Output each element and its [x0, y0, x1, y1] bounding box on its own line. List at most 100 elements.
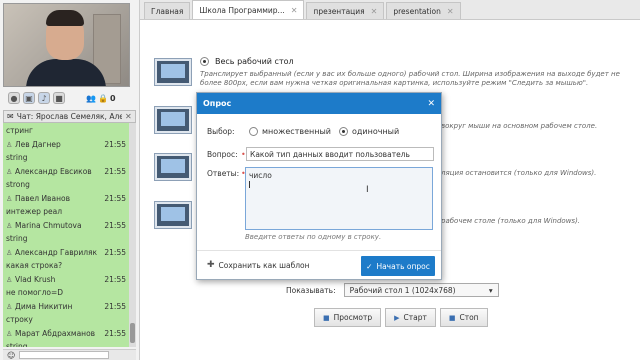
chat-message-header: ♙ Александр Гавриляк 21:55 — [6, 248, 126, 258]
chat-messages: стринг ♙ Лев Дагнер 21:55 string ♙ Александр … — [3, 123, 129, 347]
display-label: Показывать: — [286, 285, 336, 295]
option-description: Транслирует выбранный (если у вас их бол… — [200, 70, 620, 87]
text-caret — [249, 181, 250, 188]
single-choice-radio[interactable] — [338, 127, 348, 136]
start-button[interactable]: ▶ Старт — [385, 308, 436, 327]
chat-message-text: стринг — [6, 126, 33, 135]
user-icon: ♙ — [6, 330, 13, 338]
chat-message-header: ♙ Vlad Krush 21:55 — [6, 275, 126, 285]
tab-close-icon[interactable]: ✕ — [447, 7, 454, 16]
answers-text: число — [249, 171, 272, 180]
start-poll-button[interactable]: ✓ Начать опрос — [361, 256, 435, 276]
chat-author[interactable]: Дима Никитин — [15, 302, 102, 312]
camera-toolbar: ● ▣ ♪ ■ 👥 🔒 0 — [3, 88, 136, 108]
poll-dialog-title: Опрос — [203, 99, 232, 108]
window-thumbnail[interactable] — [155, 154, 191, 180]
webcam-toggle-icon[interactable]: ▣ — [23, 92, 35, 104]
start-label: Старт — [403, 313, 427, 322]
poll-dialog: Опрос ✕ Выбор: множественный одиночный В… — [196, 92, 442, 280]
lock-icon: 🔒 — [97, 93, 108, 103]
user-icon: ♙ — [6, 249, 13, 257]
poll-dialog-header: Опрос ✕ — [197, 93, 441, 114]
display-select[interactable]: Рабочий стол 1 (1024x768) ▾ — [343, 283, 499, 297]
follow-mouse-thumbnail[interactable] — [155, 107, 191, 133]
check-icon: ✓ — [366, 261, 373, 271]
user-icon: ♙ — [6, 168, 13, 176]
user-icon: ♙ — [6, 222, 13, 230]
chat-author[interactable]: Vlad Krush — [15, 275, 102, 285]
chat-icon: ✉ — [7, 112, 14, 121]
chat-message-header: ♙ Павел Иванов 21:55 — [6, 194, 126, 204]
chat-message-text: string — [6, 234, 28, 243]
answers-label: Ответы: — [207, 169, 240, 178]
choice-label: Выбор: — [207, 127, 235, 136]
chat-message: ♙ Александр Евсиков 21:55 strong — [3, 166, 129, 193]
plus-icon: ✚ — [207, 260, 215, 270]
close-icon[interactable]: ✕ — [427, 99, 435, 109]
tab-label: презентация — [313, 6, 365, 16]
chat-message-header: ♙ Марат Абдрахманов 21:55 — [6, 329, 126, 339]
share-actions: ■ Просмотр ▶ Старт ■ Стоп — [314, 308, 488, 327]
chat-time: 21:55 — [104, 329, 126, 338]
participants-counter[interactable]: 👥 🔒 0 — [86, 94, 116, 103]
chat-close-icon[interactable]: ✕ — [125, 112, 135, 121]
user-icon: ♙ — [6, 141, 13, 149]
chat-message: ♙ Дима Никитин 21:55 строку — [3, 301, 129, 328]
answers-textarea[interactable]: число I — [245, 167, 433, 230]
left-panel: ● ▣ ♪ ■ 👥 🔒 0 ✉ Чат: Ярослав Семеляк, Ал… — [0, 0, 140, 360]
question-input[interactable]: Какой тип данных вводит пользователь — [246, 147, 434, 161]
preview-label: Просмотр — [333, 313, 373, 322]
tab-close-icon[interactable]: ✕ — [371, 7, 378, 16]
chat-time: 21:55 — [104, 302, 126, 311]
question-label: Вопрос: — [207, 149, 238, 159]
chat-author[interactable]: Александр Гавриляк — [15, 248, 102, 258]
microphone-icon[interactable]: ♪ — [38, 92, 50, 104]
record-icon[interactable]: ● — [8, 92, 20, 104]
tab-presentation-en[interactable]: presentation ✕ — [386, 2, 461, 19]
chat-message-text: интежер реал — [6, 207, 63, 216]
user-icon: ♙ — [6, 303, 13, 311]
multiple-choice-radio[interactable] — [249, 127, 258, 136]
presenter-hair — [46, 10, 84, 26]
chat-author[interactable]: Павел Иванов — [15, 194, 102, 204]
option-description: вокруг мыши на основном рабочем столе. — [441, 122, 598, 130]
stop-label: Стоп — [459, 313, 479, 322]
chat-time: 21:55 — [104, 167, 126, 176]
chat-message-header: ♙ Александр Евсиков 21:55 — [6, 167, 126, 177]
chat-time: 21:55 — [104, 248, 126, 257]
stop-button[interactable]: ■ Стоп — [439, 308, 488, 327]
tab-school[interactable]: Школа Программир... ✕ — [192, 0, 305, 19]
chat-author[interactable]: Лев Дагнер — [15, 140, 102, 150]
option-description: ляция остановится (только для Windows). — [441, 169, 597, 177]
tab-label: Главная — [151, 6, 184, 16]
chat-scrollbar-thumb[interactable] — [130, 323, 135, 343]
user-icon: ♙ — [6, 195, 13, 203]
chat-time: 21:55 — [104, 140, 126, 149]
participants-count: 0 — [109, 93, 116, 103]
webcam-video — [3, 3, 130, 87]
preview-button[interactable]: ■ Просмотр — [314, 308, 382, 327]
tab-close-icon[interactable]: ✕ — [291, 6, 298, 15]
chat-time: 21:55 — [104, 221, 126, 230]
chat-message: ♙ Лев Дагнер 21:55 string — [3, 139, 129, 166]
monitor-icon: ■ — [323, 313, 330, 322]
chat-input[interactable] — [19, 351, 110, 359]
chat-author[interactable]: Александр Евсиков — [15, 167, 102, 177]
chat-message-header: ♙ Marina Chmutova 21:55 — [6, 221, 126, 231]
full-desktop-radio[interactable] — [200, 57, 209, 66]
chat-message-text: string — [6, 153, 28, 162]
tab-home[interactable]: Главная — [144, 2, 191, 19]
chat-message-text: какая строка? — [6, 261, 63, 270]
emoji-icon[interactable]: ☺ — [7, 351, 15, 360]
area-thumbnail[interactable] — [155, 202, 191, 228]
chat-author[interactable]: Marina Chmutova — [15, 221, 102, 231]
chat-time: 21:55 — [104, 194, 126, 203]
chat-scrollbar[interactable] — [129, 123, 136, 347]
full-desktop-thumbnail[interactable] — [155, 59, 191, 85]
chat-author[interactable]: Марат Абдрахманов — [15, 329, 102, 339]
screen-icon[interactable]: ■ — [53, 92, 65, 104]
display-select-row: Показывать: Рабочий стол 1 (1024x768) ▾ — [286, 283, 499, 297]
save-template-button[interactable]: ✚ Сохранить как шаблон — [207, 260, 310, 270]
user-icon: ♙ — [6, 276, 13, 284]
tab-presentation-ru[interactable]: презентация ✕ — [306, 2, 385, 19]
